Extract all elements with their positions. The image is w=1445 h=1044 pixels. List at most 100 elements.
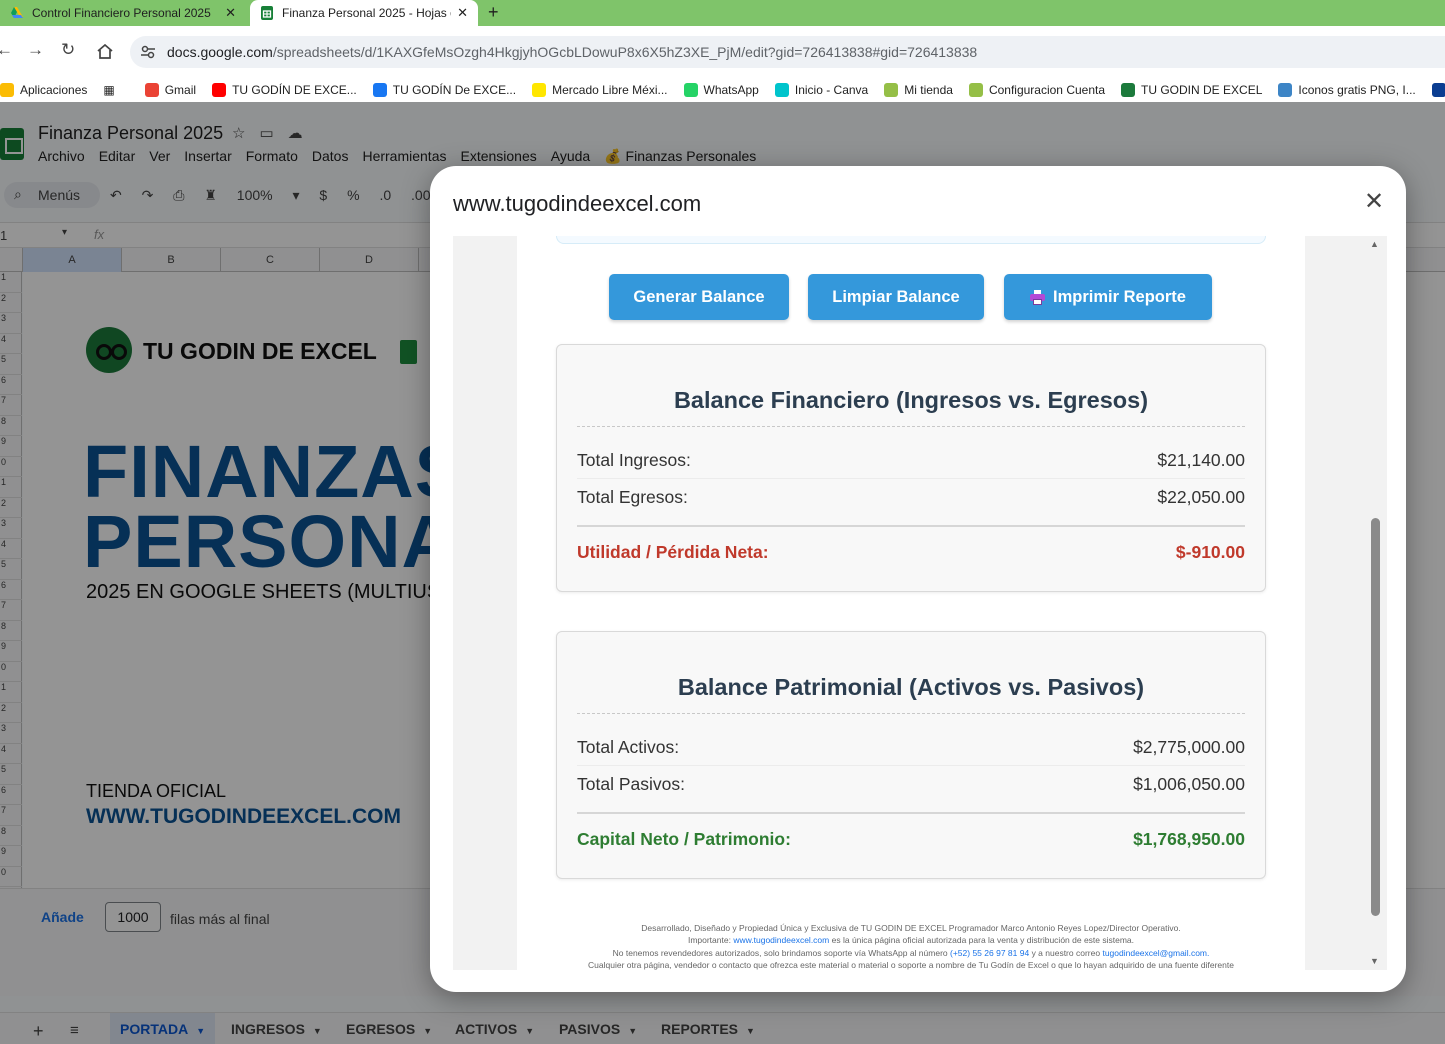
assets-label: Total Activos: xyxy=(577,737,680,757)
close-tab-icon[interactable]: ✕ xyxy=(225,5,236,21)
footer-email-link[interactable]: tugodindeexcel@gmail.com. xyxy=(1102,948,1209,958)
divider xyxy=(577,812,1245,814)
bookmark-item[interactable]: TU GODÍN De EXCE... xyxy=(372,83,516,97)
net-result-row: Utilidad / Pérdida Neta: $-910.00 xyxy=(577,535,1245,571)
site-settings-icon[interactable] xyxy=(140,44,156,60)
income-row: Total Ingresos: $21,140.00 xyxy=(577,443,1245,479)
expense-value: $22,050.00 xyxy=(1157,487,1245,507)
divider xyxy=(577,525,1245,527)
bookmark-item[interactable]: TU GODÍN DE EXCE... xyxy=(212,83,357,97)
print-report-label: Imprimir Reporte xyxy=(1053,287,1186,306)
bookmark-item[interactable]: Aplicaciones xyxy=(0,83,87,97)
footer-website-link[interactable]: www.tugodindeexcel.com xyxy=(733,935,829,945)
google-drive-icon xyxy=(11,7,23,18)
financial-balance-title: Balance Financiero (Ingresos vs. Egresos… xyxy=(673,387,1149,413)
close-tab-icon[interactable]: ✕ xyxy=(457,5,468,21)
bookmark-item[interactable]: Mercado Libre Méxi... xyxy=(532,83,668,97)
info-strip xyxy=(556,236,1266,244)
back-arrow-icon[interactable]: ← xyxy=(0,40,13,60)
clear-balance-button[interactable]: Limpiar Balance xyxy=(808,274,984,320)
bookmark-item[interactable]: WhatsApp xyxy=(683,83,759,97)
liabilities-label: Total Pasivos: xyxy=(577,774,685,794)
tab-title: Finanza Personal 2025 - Hojas de cálculo xyxy=(282,6,451,20)
bookmark-item[interactable]: Mi tienda xyxy=(884,83,953,97)
bookmark-favicon-icon xyxy=(1278,83,1293,97)
liabilities-value: $1,006,050.00 xyxy=(1133,774,1245,794)
financial-balance-card: Balance Financiero (Ingresos vs. Egresos… xyxy=(556,344,1266,592)
equity-row: Capital Neto / Patrimonio: $1,768,950.00 xyxy=(577,822,1245,858)
net-result-label: Utilidad / Pérdida Neta: xyxy=(577,542,769,562)
bookmark-label: Configuracion Cuenta xyxy=(988,83,1106,97)
balance-dialog: www.tugodindeexcel.com ✕ Generar Balance… xyxy=(430,166,1406,992)
balance-page: Generar Balance Limpiar Balance Imprimir… xyxy=(517,236,1305,970)
bookmark-item[interactable]: Iconos gratis PNG, I... xyxy=(1278,83,1416,97)
footer-line: Desarrollado, Diseñado y Propiedad Única… xyxy=(641,923,1181,933)
address-bar-row: ← → ↻ docs.google.com/spreadsheets/d/1KA… xyxy=(0,26,1445,78)
url-text: docs.google.com/spreadsheets/d/1KAXGfeMs… xyxy=(167,44,977,60)
print-report-button[interactable]: Imprimir Reporte xyxy=(1004,274,1212,320)
bookmark-favicon-icon xyxy=(683,83,698,97)
income-value: $21,140.00 xyxy=(1157,450,1245,470)
bookmark-item[interactable]: TU GODIN DE EXCEL xyxy=(1121,83,1262,97)
browser-tab-finanza-personal[interactable]: Finanza Personal 2025 - Hojas de cálculo… xyxy=(250,0,478,26)
bookmark-favicon-icon xyxy=(0,83,14,97)
url-path: /spreadsheets/d/1KAXGfeMsOzgh4HkgjyhOGcb… xyxy=(272,44,978,60)
expense-label: Total Egresos: xyxy=(577,487,688,507)
bookmark-favicon-icon xyxy=(1121,83,1136,97)
net-result-value: $-910.00 xyxy=(1175,542,1245,562)
apps-grid-icon[interactable]: ▦ xyxy=(103,83,114,97)
equity-value: $1,768,950.00 xyxy=(1133,829,1245,849)
forward-arrow-icon[interactable]: → xyxy=(27,40,44,60)
printer-icon xyxy=(1030,289,1046,305)
browser-tab-control-financiero[interactable]: Control Financiero Personal 2025 ✕ xyxy=(0,0,246,26)
bookmark-label: Aplicaciones xyxy=(20,83,88,97)
bookmark-label: Mercado Libre Méxi... xyxy=(552,83,668,97)
browser-tab-strip: Control Financiero Personal 2025 ✕ Finan… xyxy=(0,0,1445,26)
bookmark-favicon-icon xyxy=(144,83,159,97)
close-icon[interactable]: ✕ xyxy=(1362,190,1386,214)
bookmark-label: Iconos gratis PNG, I... xyxy=(1298,83,1416,97)
bookmark-item[interactable]: Configuracion Cuenta xyxy=(968,83,1106,97)
bookmark-favicon-icon xyxy=(532,83,547,97)
divider xyxy=(577,713,1245,714)
url-input[interactable]: docs.google.com/spreadsheets/d/1KAXGfeMs… xyxy=(130,36,1445,68)
reload-icon[interactable]: ↻ xyxy=(61,40,75,60)
expense-row: Total Egresos: $22,050.00 xyxy=(577,480,1245,516)
bookmark-label: TU GODIN DE EXCEL xyxy=(1141,83,1263,97)
bookmark-label: Mi tienda xyxy=(904,83,953,97)
scroll-down-icon[interactable]: ▼ xyxy=(1370,956,1379,966)
scroll-up-icon[interactable]: ▲ xyxy=(1370,239,1379,249)
scrollbar-thumb[interactable] xyxy=(1371,518,1380,916)
url-host: docs.google.com xyxy=(167,44,273,60)
liabilities-row: Total Pasivos: $1,006,050.00 xyxy=(577,767,1245,803)
dialog-content-frame: Generar Balance Limpiar Balance Imprimir… xyxy=(453,236,1387,970)
footer-line: Importante: www.tugodindeexcel.com es la… xyxy=(517,934,1305,946)
bookmark-favicon-icon xyxy=(372,83,387,97)
bookmark-label: Inicio - Canva xyxy=(794,83,869,97)
bookmark-item[interactable]: Inicio - Canva xyxy=(774,83,869,97)
footer-line: Cualquier otra página, vendedor o contac… xyxy=(588,959,1234,970)
income-label: Total Ingresos: xyxy=(577,450,691,470)
home-icon[interactable] xyxy=(97,44,113,59)
new-tab-icon[interactable]: + xyxy=(488,2,499,23)
footer-line: No tenemos revendedores autorizados, sol… xyxy=(517,947,1305,959)
assets-value: $2,775,000.00 xyxy=(1133,737,1245,757)
bookmark-favicon-icon xyxy=(774,83,789,97)
equity-label: Capital Neto / Patrimonio: xyxy=(577,829,791,849)
footer-phone-link[interactable]: (+52) 55 26 97 81 94 xyxy=(950,948,1029,958)
dialog-title: www.tugodindeexcel.com xyxy=(453,191,702,216)
bookmark-favicon-icon xyxy=(212,83,227,97)
bookmark-item[interactable]: Inicio xyxy=(1431,83,1445,97)
bookmark-label: WhatsApp xyxy=(703,83,759,97)
footer-text: es la única página oficial autorizada pa… xyxy=(831,935,1135,946)
google-sheets-icon xyxy=(261,6,273,20)
bookmark-item[interactable]: Gmail xyxy=(144,83,197,97)
legal-footer: Desarrollado, Diseñado y Propiedad Única… xyxy=(517,922,1305,970)
tab-title: Control Financiero Personal 2025 xyxy=(32,6,211,20)
patrimonial-balance-card: Balance Patrimonial (Activos vs. Pasivos… xyxy=(556,631,1266,879)
dialog-scrollbar[interactable]: ▲ ▼ xyxy=(1365,236,1387,970)
bookmark-label: Gmail xyxy=(164,83,197,97)
divider xyxy=(577,426,1245,427)
generate-balance-button[interactable]: Generar Balance xyxy=(609,274,789,320)
footer-text: Importante: xyxy=(687,935,731,946)
